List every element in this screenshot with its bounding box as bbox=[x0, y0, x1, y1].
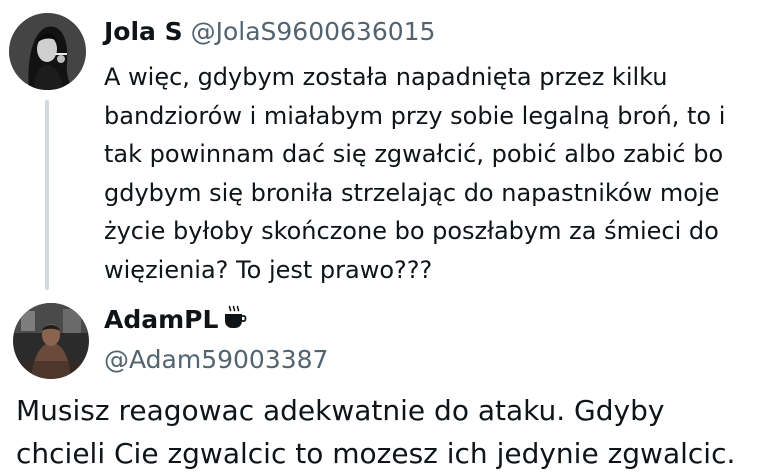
jola-avatar[interactable] bbox=[9, 13, 86, 90]
display-name[interactable]: AdamPL bbox=[104, 305, 218, 334]
tweet-text-line: A więc, gdybym została napadnięta przez … bbox=[104, 63, 668, 91]
reply-name-row: AdamPL bbox=[104, 304, 248, 338]
reply-text-line: Musisz reagowac adekwatnie do ataku. Gdy… bbox=[16, 394, 665, 427]
woman-avatar-image bbox=[9, 13, 86, 90]
thread-connector-line bbox=[45, 100, 49, 290]
tweet-text-line: tak powinnam dać się zgwałcić, pobić alb… bbox=[104, 140, 724, 168]
adam-avatar[interactable] bbox=[13, 303, 89, 379]
tweet-header: Jola S @JolaS9600636015 bbox=[104, 16, 435, 48]
tweet-text: A więc, gdybym została napadnięta przez … bbox=[104, 58, 770, 289]
tweet-text-line: życie byłoby skończone bo poszłabym za ś… bbox=[104, 217, 719, 245]
user-handle[interactable]: @Adam59003387 bbox=[104, 344, 328, 376]
tweet-text-line: bandziorów i miałabym przy sobie legalną… bbox=[104, 101, 726, 130]
coffee-cup-icon bbox=[222, 304, 248, 338]
display-name[interactable]: Jola S bbox=[104, 17, 183, 46]
reply-text-line: chcieli Cie zgwalcic to mozesz ich jedyn… bbox=[16, 437, 736, 470]
reply-text: Musisz reagowac adekwatnie do ataku. Gdy… bbox=[16, 389, 776, 475]
tweet-text-line: więzienia? To jest prawo??? bbox=[104, 255, 433, 284]
user-handle[interactable]: @JolaS9600636015 bbox=[191, 17, 436, 46]
tweet-text-line: gdybym się broniła strzelając do napastn… bbox=[104, 178, 720, 207]
gym-avatar-image bbox=[13, 303, 89, 379]
